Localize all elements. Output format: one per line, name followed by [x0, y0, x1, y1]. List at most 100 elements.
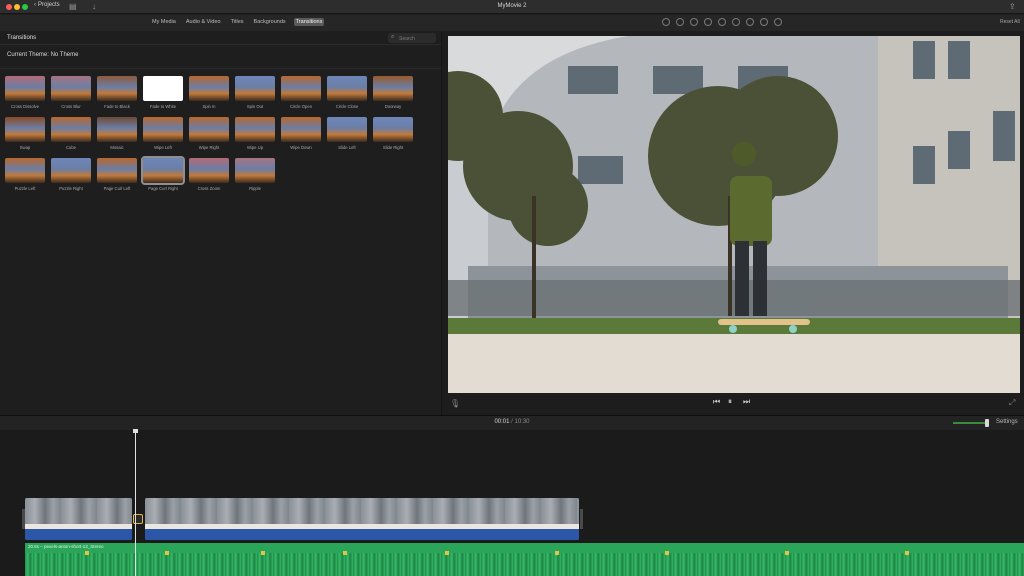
browser-tabs-bar: My Media Audio & Video Titles Background… — [0, 15, 1024, 31]
transition-item[interactable]: Page Curl Left — [97, 158, 137, 191]
tab-backgrounds[interactable]: Backgrounds — [252, 18, 288, 26]
import-icon[interactable]: ↓ — [92, 2, 96, 12]
transition-item[interactable]: Circle Open — [281, 76, 321, 109]
noise-reduction-icon[interactable] — [732, 18, 740, 26]
transition-label: Puzzle Right — [59, 186, 83, 191]
transition-item[interactable]: Wipe Up — [235, 117, 275, 150]
transition-thumbnail — [143, 117, 183, 142]
skip-back-icon[interactable]: ⏮ — [713, 397, 720, 407]
media-browser-icon[interactable]: ▤ — [69, 2, 77, 12]
transition-item[interactable]: Slide Right — [373, 117, 413, 150]
transition-item[interactable]: Spin Out — [235, 76, 275, 109]
transition-thumbnail — [51, 158, 91, 183]
playhead-handle[interactable] — [133, 429, 138, 433]
transition-item[interactable]: Cross Zoom — [189, 158, 229, 191]
transition-item[interactable]: Wipe Right — [189, 117, 229, 150]
transition-thumbnail — [5, 76, 45, 101]
video-clip-2[interactable] — [145, 498, 579, 540]
transition-item[interactable]: Cross Dissolve — [5, 76, 45, 109]
timecode-display: 00:01 / 10:30 — [0, 419, 1024, 425]
chevron-left-icon: ‹ — [34, 2, 36, 8]
transition-item[interactable]: Puzzle Right — [51, 158, 91, 191]
transition-label: Cross Dissolve — [11, 104, 39, 109]
current-time: 00:01 — [494, 419, 510, 425]
volume-icon[interactable] — [718, 18, 726, 26]
fullscreen-icon[interactable]: ⤢ — [1009, 398, 1015, 408]
transition-item[interactable]: Cube — [51, 117, 91, 150]
color-balance-icon[interactable] — [662, 18, 670, 26]
zoom-window-button[interactable] — [22, 4, 28, 10]
transition-thumbnail — [51, 76, 91, 101]
clip-filter-icon[interactable] — [760, 18, 768, 26]
tab-audio-video[interactable]: Audio & Video — [184, 18, 223, 26]
zoom-slider-knob[interactable] — [985, 419, 989, 427]
tab-my-media[interactable]: My Media — [150, 18, 178, 26]
crop-icon[interactable] — [690, 18, 698, 26]
transition-item[interactable]: Ripple — [235, 158, 275, 191]
total-time: 10:30 — [514, 419, 530, 425]
timeline-header: 00:01 / 10:30 Settings — [0, 416, 1024, 430]
timeline-zoom-slider[interactable] — [953, 422, 989, 424]
minimize-window-button[interactable] — [14, 4, 20, 10]
viewer-adjust-toolbar — [662, 18, 782, 26]
transition-item[interactable]: Fade to Black — [97, 76, 137, 109]
transition-thumbnail — [235, 117, 275, 142]
transition-label: Page Curl Left — [103, 186, 131, 191]
transition-label: Mosaic — [110, 145, 124, 150]
transition-label: Circle Open — [289, 104, 313, 109]
stabilization-icon[interactable] — [704, 18, 712, 26]
transition-item[interactable]: Mosaic — [97, 117, 137, 150]
transition-label: Swap — [19, 145, 31, 150]
transition-item[interactable]: Doorway — [373, 76, 413, 109]
info-icon[interactable] — [774, 18, 782, 26]
audio-waveform — [25, 553, 1024, 576]
transition-item[interactable]: Swap — [5, 117, 45, 150]
transition-item[interactable]: Spin In — [189, 76, 229, 109]
video-clip-1[interactable] — [25, 498, 132, 540]
skip-forward-icon[interactable]: ⏭ — [743, 397, 750, 407]
audio-peak-marker — [85, 551, 89, 555]
transition-thumbnail — [327, 117, 367, 142]
search-box[interactable]: ⌕ — [388, 33, 436, 43]
playhead[interactable] — [135, 430, 136, 576]
timeline-settings-button[interactable]: Settings — [996, 419, 1018, 425]
tab-transitions[interactable]: Transitions — [293, 18, 325, 26]
clip-audio-track — [145, 529, 579, 540]
clip-filmstrip — [25, 498, 132, 524]
search-input[interactable] — [399, 35, 434, 42]
transition-item[interactable]: Puzzle Left — [5, 158, 45, 191]
transition-thumbnail — [5, 158, 45, 183]
transition-item[interactable]: Wipe Left — [143, 117, 183, 150]
transition-item[interactable]: Wipe Down — [281, 117, 321, 150]
pause-icon[interactable]: ⏸ — [728, 397, 732, 407]
close-window-button[interactable] — [6, 4, 12, 10]
clip-trim-handle-right[interactable] — [580, 509, 583, 529]
transition-item[interactable]: Page Curl Right — [141, 156, 185, 191]
speed-icon[interactable] — [746, 18, 754, 26]
projects-back-button[interactable]: ‹ Projects — [34, 2, 60, 8]
transition-label: Cross Blur — [61, 104, 81, 109]
background-music-clip[interactable]: 20.6s – pexels-anton-short-13_Stereo — [25, 543, 1024, 576]
color-correction-icon[interactable] — [676, 18, 684, 26]
transition-label: Slide Left — [338, 145, 356, 150]
title-bar: ‹ Projects ▤ ↓ MyMovie 2 ⇪ — [0, 0, 1024, 14]
share-icon[interactable]: ⇪ — [1009, 2, 1016, 12]
transition-item[interactable]: Fade to White — [143, 76, 183, 109]
tab-titles[interactable]: Titles — [229, 18, 246, 26]
audio-peak-marker — [343, 551, 347, 555]
reset-all-button[interactable]: Reset All — [1000, 19, 1020, 25]
video-preview — [448, 36, 1020, 393]
transition-label: Puzzle Left — [14, 186, 36, 191]
window-title: MyMovie 2 — [497, 3, 527, 9]
transition-thumbnail — [235, 76, 275, 101]
voiceover-mic-icon[interactable]: 🎙︎ — [450, 399, 460, 408]
transition-item[interactable]: Slide Left — [327, 117, 367, 150]
transition-item[interactable]: Cross Blur — [51, 76, 91, 109]
transition-item[interactable]: Circle Close — [327, 76, 367, 109]
transition-label: Ripple — [249, 186, 261, 191]
transition-thumbnail — [373, 76, 413, 101]
transition-thumbnail — [327, 76, 367, 101]
skateboarder-scene-image — [448, 36, 1020, 393]
transition-thumbnail — [281, 76, 321, 101]
browser-tabs: My Media Audio & Video Titles Background… — [150, 18, 325, 26]
